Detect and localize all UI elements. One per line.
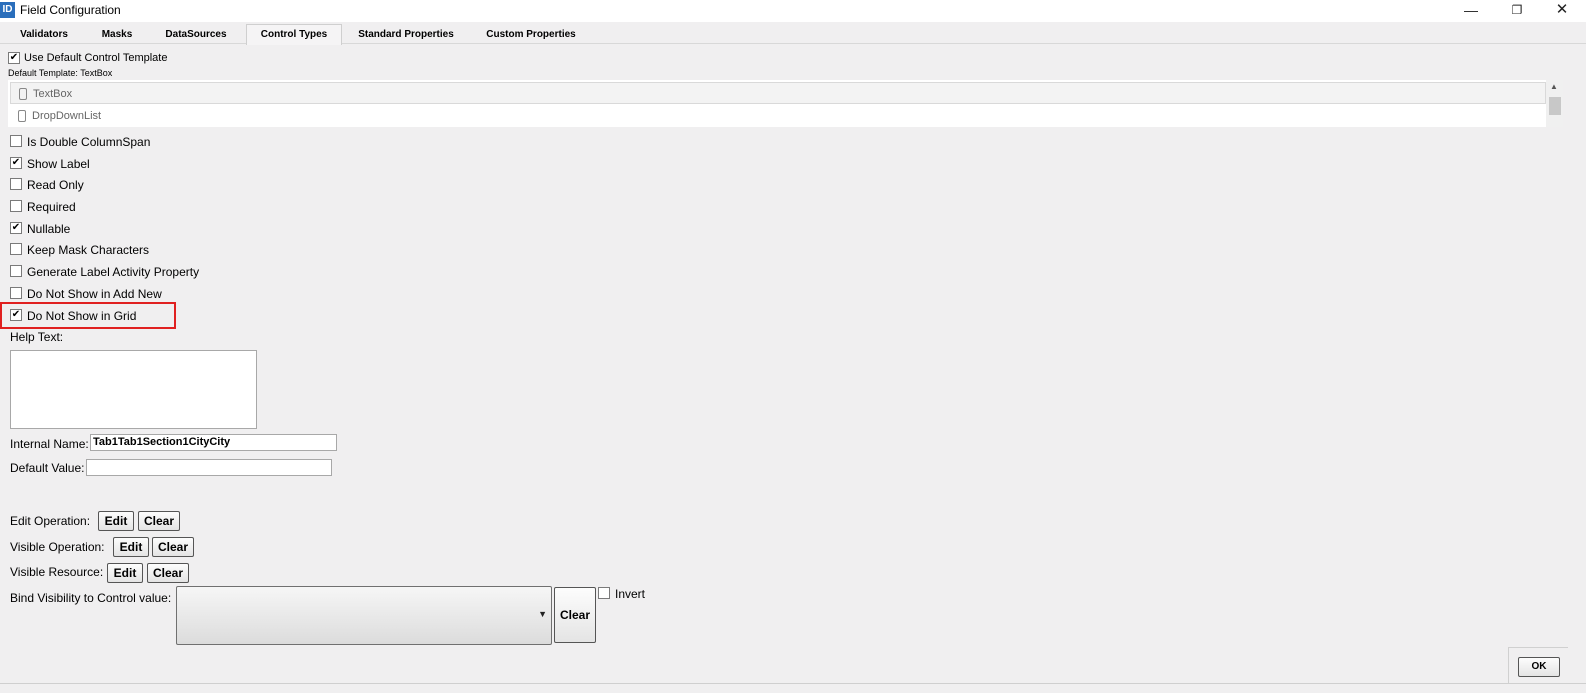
visible-operation-label: Visible Operation:: [10, 540, 105, 554]
minimize-button[interactable]: —: [1456, 0, 1486, 22]
option-label: Required: [27, 200, 76, 214]
edit-operation-label: Edit Operation:: [10, 514, 91, 528]
help-text-label: Help Text:: [10, 330, 64, 344]
default-value-label: Default Value:: [10, 461, 85, 475]
bind-visibility-clear-button[interactable]: Clear: [554, 587, 596, 643]
option-label: Is Double ColumnSpan: [27, 135, 151, 149]
close-button[interactable]: ✕: [1547, 0, 1577, 22]
option-label: Keep Mask Characters: [27, 243, 150, 257]
restore-button[interactable]: ❐: [1502, 0, 1532, 22]
generate-label-activity-checkbox[interactable]: [10, 265, 22, 277]
option-label: Nullable: [27, 222, 71, 236]
scroll-thumb[interactable]: [1549, 97, 1561, 115]
visible-operation-clear-button[interactable]: Clear: [152, 537, 194, 557]
invert-label: Invert: [615, 587, 646, 601]
window-title: Field Configuration: [20, 3, 121, 17]
app-icon: ID: [0, 2, 15, 18]
show-label-checkbox[interactable]: [10, 157, 22, 169]
option-label: Do Not Show in Add New: [27, 287, 162, 301]
visible-resource-edit-button[interactable]: Edit: [107, 563, 143, 583]
tab-datasources[interactable]: DataSources: [156, 25, 236, 44]
tab-masks[interactable]: Masks: [92, 25, 142, 44]
default-value-field[interactable]: [86, 459, 332, 476]
template-list: TextBox DropDownList ▲: [8, 80, 1563, 127]
ok-button[interactable]: OK: [1518, 657, 1560, 677]
tab-standard-properties[interactable]: Standard Properties: [350, 25, 462, 44]
scroll-up-icon[interactable]: ▲: [1550, 82, 1558, 91]
internal-name-field[interactable]: Tab1Tab1Section1CityCity: [90, 434, 337, 451]
tab-control-types[interactable]: Control Types: [246, 24, 342, 45]
template-icon: [18, 110, 26, 122]
use-default-template-checkbox[interactable]: [8, 52, 20, 64]
internal-name-label: Internal Name:: [10, 437, 89, 451]
template-item-label: TextBox: [33, 88, 73, 100]
edit-operation-clear-button[interactable]: Clear: [138, 511, 180, 531]
bind-visibility-select[interactable]: ▼: [176, 586, 552, 645]
tab-validators[interactable]: Validators: [8, 25, 80, 44]
invert-checkbox[interactable]: [598, 587, 610, 599]
option-label: Do Not Show in Grid: [27, 309, 137, 323]
template-item-textbox[interactable]: TextBox: [10, 82, 1546, 104]
option-label: Read Only: [27, 178, 84, 192]
template-item-label: DropDownList: [32, 110, 102, 122]
keep-mask-characters-checkbox[interactable]: [10, 243, 22, 255]
template-item-dropdownlist[interactable]: DropDownList: [10, 105, 1546, 127]
use-default-template-label: Use Default Control Template: [24, 52, 168, 64]
bottom-divider: [0, 683, 1586, 684]
help-text-area[interactable]: [10, 350, 257, 429]
tab-custom-properties[interactable]: Custom Properties: [476, 25, 586, 44]
do-not-show-add-new-checkbox[interactable]: [10, 287, 22, 299]
required-checkbox[interactable]: [10, 200, 22, 212]
edit-operation-edit-button[interactable]: Edit: [98, 511, 134, 531]
template-list-scrollbar[interactable]: ▲: [1546, 80, 1563, 127]
visible-operation-edit-button[interactable]: Edit: [113, 537, 149, 557]
read-only-checkbox[interactable]: [10, 178, 22, 190]
option-label: Generate Label Activity Property: [27, 265, 200, 279]
is-double-columnspan-checkbox[interactable]: [10, 135, 22, 147]
title-bar: ID Field Configuration — ❐ ✕: [0, 0, 1586, 22]
template-icon: [19, 88, 27, 100]
chevron-down-icon[interactable]: ▼: [538, 609, 547, 619]
bind-visibility-label: Bind Visibility to Control value:: [10, 591, 172, 605]
tab-strip: Validators Masks DataSources Control Typ…: [0, 23, 1586, 45]
visible-resource-clear-button[interactable]: Clear: [147, 563, 189, 583]
visible-resource-label: Visible Resource:: [10, 565, 104, 579]
option-label: Show Label: [27, 157, 90, 171]
nullable-checkbox[interactable]: [10, 222, 22, 234]
do-not-show-in-grid-checkbox[interactable]: [10, 309, 22, 321]
default-template-text: Default Template: TextBox: [8, 68, 113, 78]
